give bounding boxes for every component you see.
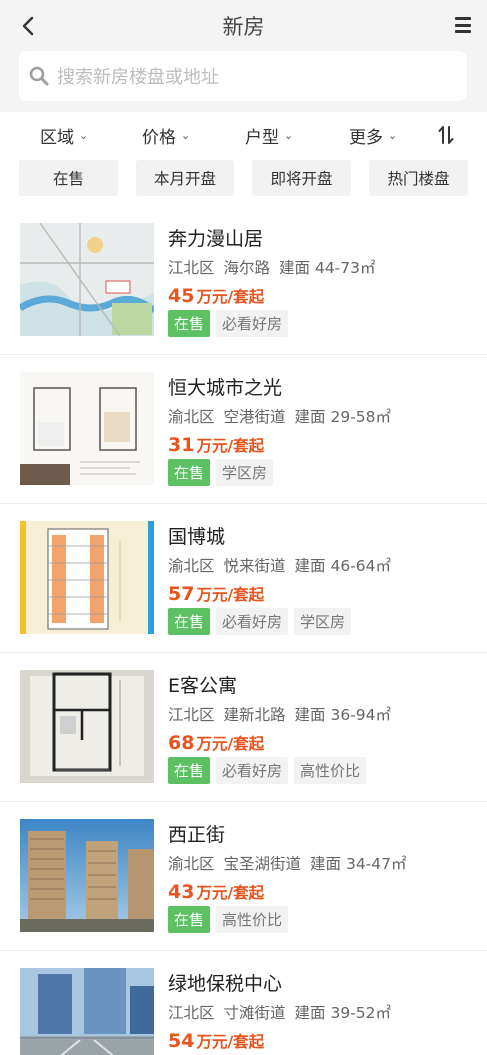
listing-meta: 渝北区 空港街道 建面 29-58㎡ [168,408,391,426]
sort-icon[interactable] [438,124,454,146]
listing-meta: 江北区 寸滩街道 建面 39-52㎡ [168,1004,391,1022]
chevron-down-icon: ⌄ [181,128,191,142]
feature-tag: 高性价比 [294,757,367,784]
quick-filter-hot[interactable]: 热门楼盘 [369,160,468,196]
feature-tag: 必看好房 [216,310,289,337]
listing-thumbnail-photo [20,819,154,932]
page-title: 新房 [222,15,265,39]
list-item[interactable]: 恒大城市之光 渝北区 空港街道 建面 29-58㎡ 31 万元/套起 在售 学区房 [0,355,487,504]
listing-list: 奔力漫山居 江北区 海尔路 建面 44-73㎡ 45 万元/套起 在售 必看好房 恒大城… [0,206,487,1055]
status-badge: 在售 [168,906,211,933]
listing-name: 西正街 [168,824,226,846]
listing-price: 57 万元/套起 [168,583,265,605]
listing-name: E客公寓 [168,675,238,697]
list-item[interactable]: E客公寓 江北区 建新北路 建面 36-94㎡ 68 万元/套起 在售 必看好房 高性价比 [0,653,487,802]
listing-meta: 江北区 海尔路 建面 44-73㎡ [168,259,376,277]
listing-meta: 江北区 建新北路 建面 36-94㎡ [168,706,391,724]
filter-bar: 区域 ⌄ 价格 ⌄ 户型 ⌄ 更多 ⌄ [0,112,487,158]
status-badge: 在售 [168,310,211,337]
status-badge: 在售 [168,608,211,635]
list-item[interactable]: 绿地保税中心 江北区 寸滩街道 建面 39-52㎡ 54 万元/套起 [0,951,487,1055]
chevron-down-icon: ⌄ [79,128,89,142]
search-input[interactable]: 搜索新房楼盘或地址 [19,51,467,101]
quick-filter-this-month[interactable]: 本月开盘 [136,160,234,196]
list-item[interactable]: 国博城 渝北区 悦来街道 建面 46-64㎡ 57 万元/套起 在售 必看好房 学区房 [0,504,487,653]
feature-tag: 高性价比 [216,906,289,933]
quick-filter-upcoming[interactable]: 即将开盘 [252,160,351,196]
listing-meta: 渝北区 悦来街道 建面 46-64㎡ [168,557,391,575]
feature-tag: 必看好房 [216,608,289,635]
listing-thumbnail-floorplan [20,521,154,634]
back-arrow-icon[interactable] [16,14,40,38]
nav-bar: 新房 [0,0,487,52]
filter-region[interactable]: 区域 ⌄ [40,112,88,158]
listing-thumbnail-photo [20,968,154,1055]
listing-price: 31 万元/套起 [168,434,265,456]
listing-thumbnail-floorplan [20,670,154,783]
search-placeholder: 搜索新房楼盘或地址 [57,67,219,88]
quick-filter-bar: 在售 本月开盘 即将开盘 热门楼盘 [0,158,487,212]
listing-price: 54 万元/套起 [168,1030,265,1052]
listing-thumbnail-floorplan [20,372,154,485]
listing-tags: 在售 必看好房 [168,310,289,337]
quick-filter-on-sale[interactable]: 在售 [19,160,118,196]
feature-tag: 学区房 [294,608,352,635]
feature-tag: 学区房 [216,459,274,486]
filter-price[interactable]: 价格 ⌄ [142,112,190,158]
filter-layout[interactable]: 户型 ⌄ [245,112,293,158]
listing-tags: 在售 必看好房 高性价比 [168,757,367,784]
search-icon [29,66,49,86]
listing-price: 68 万元/套起 [168,732,265,754]
list-item[interactable]: 奔力漫山居 江北区 海尔路 建面 44-73㎡ 45 万元/套起 在售 必看好房 [0,206,487,355]
header: 新房 搜索新房楼盘或地址 [0,0,487,112]
listing-tags: 在售 学区房 [168,459,274,486]
chevron-down-icon: ⌄ [388,128,398,142]
status-badge: 在售 [168,459,211,486]
listing-price: 45 万元/套起 [168,285,265,307]
listing-name: 国博城 [168,526,226,548]
listing-name: 绿地保税中心 [168,973,283,995]
listing-thumbnail-map [20,223,154,336]
menu-icon[interactable] [455,17,471,33]
listing-meta: 渝北区 宝圣湖街道 建面 34-47㎡ [168,855,407,873]
status-badge: 在售 [168,757,211,784]
feature-tag: 必看好房 [216,757,289,784]
listing-tags: 在售 高性价比 [168,906,289,933]
listing-price: 43 万元/套起 [168,881,265,903]
listing-name: 恒大城市之光 [168,377,283,399]
listing-tags: 在售 必看好房 学区房 [168,608,352,635]
listing-name: 奔力漫山居 [168,228,264,250]
filter-more[interactable]: 更多 ⌄ [349,112,397,158]
list-item[interactable]: 西正街 渝北区 宝圣湖街道 建面 34-47㎡ 43 万元/套起 在售 高性价比 [0,802,487,951]
chevron-down-icon: ⌄ [284,128,294,142]
